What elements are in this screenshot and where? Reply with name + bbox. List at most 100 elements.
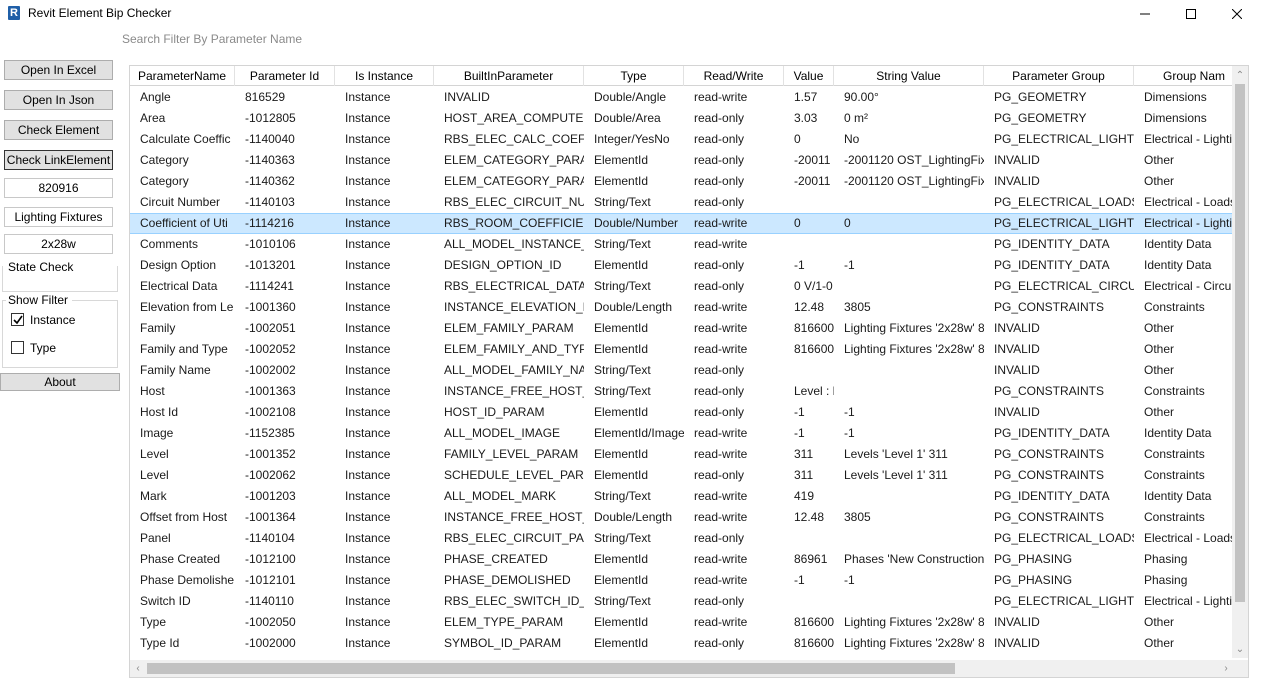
table-row[interactable]: Area -1012805 Instance HOST_AREA_COMPUTED Do… — [130, 108, 1234, 129]
maximize-icon — [1186, 9, 1196, 19]
element-id-field[interactable]: 820916 — [4, 178, 113, 198]
vertical-scroll-thumb[interactable] — [1235, 84, 1245, 602]
about-button[interactable]: About — [0, 373, 120, 391]
horizontal-scroll-thumb[interactable] — [147, 663, 955, 674]
col-builtin-parameter-cell: RBS_ELECTRICAL_DATA — [444, 279, 584, 293]
table-row[interactable]: Comments -1010106 Instance ALL_MODEL_INSTAN… — [130, 234, 1234, 255]
maximize-button[interactable] — [1168, 0, 1214, 28]
table-row[interactable]: Level -1002062 Instance SCHEDULE_LEVEL_PARA… — [130, 465, 1234, 486]
instance-checkbox[interactable] — [11, 313, 24, 326]
vertical-scrollbar[interactable]: ⌃ ⌄ — [1232, 66, 1248, 658]
col-is-instance-cell: Instance — [345, 615, 391, 629]
open-in-json-button[interactable]: Open In Json — [4, 90, 113, 110]
col-read-write-cell: read-only — [694, 195, 745, 209]
col-read-write-cell: read-write — [694, 489, 748, 503]
col-parameter-id-cell: -1140103 — [245, 195, 295, 209]
parameter-grid[interactable]: ParameterName Parameter Id Is Instance Buil… — [129, 65, 1249, 678]
col-parameter-id-header[interactable]: Parameter Id — [235, 66, 335, 86]
col-builtin-parameter-cell: HOST_ID_PARAM — [444, 405, 545, 419]
col-parameter-id-cell: -1002002 — [245, 363, 296, 377]
col-is-instance-cell: Instance — [345, 300, 391, 314]
col-parameter-id-cell: -1140363 — [245, 153, 295, 167]
table-row[interactable]: Level -1001352 Instance FAMILY_LEVEL_PARAM E… — [130, 444, 1234, 465]
table-row[interactable]: Circuit Number -1140103 Instance RBS_ELEC_C… — [130, 192, 1236, 213]
col-builtin-parameter-cell: SCHEDULE_LEVEL_PARAM — [444, 468, 584, 482]
state-check-box — [2, 266, 118, 292]
table-row[interactable]: Phase Demolishe -1012101 Instance PHASE_DEM… — [130, 570, 1234, 591]
table-row[interactable]: Electrical Data -1114241 Instance RBS_ELECT… — [130, 276, 1237, 297]
horizontal-scrollbar[interactable]: ‹ › — [130, 660, 1234, 677]
type-name-field[interactable]: 2x28w — [4, 234, 113, 254]
col-parameter-id-cell: -1001363 — [245, 384, 296, 398]
col-read-write-cell: read-only — [694, 594, 745, 608]
col-string-value-cell: Lighting Fixtures '2x28w' 8 — [844, 636, 984, 650]
col-type-cell: ElementId — [594, 636, 649, 650]
table-row[interactable]: Family -1002051 Instance ELEM_FAMILY_PARAM E… — [130, 318, 1234, 339]
col-parameter-name-header[interactable]: ParameterName — [130, 66, 235, 86]
table-row[interactable]: Elevation from Le -1001360 Instance INSTANC… — [130, 297, 1234, 318]
col-is-instance-cell: Instance — [345, 342, 391, 356]
col-value-header[interactable]: Value — [784, 66, 834, 86]
col-parameter-name-cell: Design Option — [140, 258, 217, 272]
col-parameter-group-cell: PG_GEOMETRY — [994, 111, 1087, 125]
col-builtin-parameter-cell: RBS_ELEC_SWITCH_ID_PAF — [444, 594, 584, 608]
col-is-instance-cell: Instance — [345, 384, 391, 398]
col-string-value-header[interactable]: String Value — [834, 66, 984, 86]
col-parameter-group-header[interactable]: Parameter Group — [984, 66, 1134, 86]
table-row[interactable]: Type -1002050 Instance ELEM_TYPE_PARAM Eleme… — [130, 612, 1234, 633]
col-builtin-parameter-header[interactable]: BuiltInParameter — [434, 66, 584, 86]
search-input[interactable] — [122, 30, 1252, 48]
table-row[interactable]: Calculate Coeffic -1140040 Instance RBS_ELE… — [130, 129, 1239, 150]
minimize-icon — [1140, 13, 1150, 15]
table-row[interactable]: Phase Created -1012100 Instance PHASE_CREAT… — [130, 549, 1234, 570]
col-value-cell: -1 — [794, 426, 805, 440]
col-read-write-cell: read-only — [694, 111, 745, 125]
open-in-excel-button[interactable]: Open In Excel — [4, 60, 113, 80]
col-is-instance-cell: Instance — [345, 468, 391, 482]
col-read-write-cell: read-only — [694, 174, 745, 188]
check-link-element-button[interactable]: Check LinkElement — [4, 150, 113, 170]
table-row[interactable]: Design Option -1013201 Instance DESIGN_OPTI… — [130, 255, 1234, 276]
col-string-value-cell: -2001120 OST_LightingFix — [844, 174, 984, 188]
col-read-write-header[interactable]: Read/Write — [684, 66, 784, 86]
table-row[interactable]: Angle 816529 Instance INVALID Double/Angle re… — [130, 87, 1234, 108]
type-checkbox[interactable] — [11, 341, 24, 354]
col-type-cell: Double/Number — [594, 216, 679, 230]
scroll-left-icon[interactable]: ‹ — [130, 660, 146, 676]
col-read-write-cell: read-write — [694, 216, 748, 230]
col-parameter-id-cell: -1002108 — [245, 405, 296, 419]
table-row[interactable]: Switch ID -1140110 Instance RBS_ELEC_SWITCH… — [130, 591, 1239, 612]
instance-checkbox-label[interactable]: Instance — [30, 313, 75, 327]
col-type-header[interactable]: Type — [584, 66, 684, 86]
table-row[interactable]: Family and Type -1002052 Instance ELEM_FAMI… — [130, 339, 1234, 360]
scroll-down-icon[interactable]: ⌄ — [1232, 641, 1248, 657]
table-row[interactable]: Category -1140362 Instance ELEM_CATEGORY_PA… — [130, 171, 1234, 192]
type-checkbox-label[interactable]: Type — [30, 341, 56, 355]
table-row[interactable]: Panel -1140104 Instance RBS_ELEC_CIRCUIT_PA… — [130, 528, 1236, 549]
col-parameter-group-cell: INVALID — [994, 405, 1040, 419]
col-type-cell: String/Text — [594, 363, 651, 377]
col-parameter-group-cell: PG_ELECTRICAL_LOADS — [994, 531, 1134, 545]
col-is-instance-cell: Instance — [345, 636, 391, 650]
category-field[interactable]: Lighting Fixtures — [4, 207, 113, 227]
table-row[interactable]: Mark -1001203 Instance ALL_MODEL_MARK String… — [130, 486, 1234, 507]
col-parameter-id-cell: -1012805 — [245, 111, 296, 125]
col-builtin-parameter-cell: ELEM_CATEGORY_PARAM_ — [444, 153, 584, 167]
col-builtin-parameter-cell: PHASE_CREATED — [444, 552, 548, 566]
table-row[interactable]: Host Id -1002108 Instance HOST_ID_PARAM Elem… — [130, 402, 1234, 423]
col-value-cell — [784, 234, 834, 255]
table-row[interactable]: Coefficient of Uti -1114216 Instance RBS_RO… — [130, 213, 1239, 234]
table-row[interactable]: Category -1140363 Instance ELEM_CATEGORY_PA… — [130, 150, 1234, 171]
table-row[interactable]: Host -1001363 Instance INSTANCE_FREE_HOST_P… — [130, 381, 1234, 402]
check-element-button[interactable]: Check Element — [4, 120, 113, 140]
minimize-button[interactable] — [1122, 0, 1168, 28]
table-row[interactable]: Type Id -1002000 Instance SYMBOL_ID_PARAM El… — [130, 633, 1234, 654]
col-parameter-name-cell: Host Id — [140, 405, 179, 419]
col-parameter-id-cell: -1152385 — [245, 426, 295, 440]
table-row[interactable]: Image -1152385 Instance ALL_MODEL_IMAGE Elem… — [130, 423, 1234, 444]
scroll-up-icon[interactable]: ⌃ — [1232, 67, 1248, 83]
table-row[interactable]: Family Name -1002002 Instance ALL_MODEL_FAM… — [130, 360, 1234, 381]
col-is-instance-header[interactable]: Is Instance — [335, 66, 434, 86]
close-button[interactable] — [1214, 0, 1260, 28]
table-row[interactable]: Offset from Host -1001364 Instance INSTANCE… — [130, 507, 1234, 528]
